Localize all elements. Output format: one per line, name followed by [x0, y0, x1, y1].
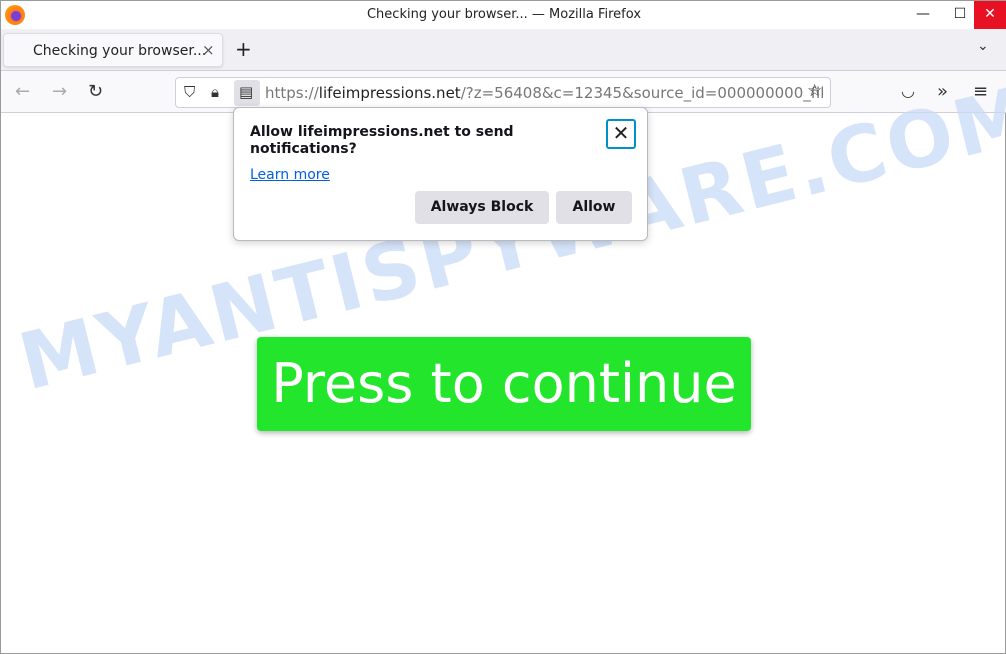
popup-message: Allow lifeimpressions.net to send notifi…: [250, 124, 514, 157]
always-block-button[interactable]: Always Block: [415, 191, 549, 224]
press-to-continue-button[interactable]: Press to continue: [257, 337, 751, 431]
tab-label: Checking your browser...: [33, 43, 207, 59]
url-text[interactable]: https://lifeimpressions.net/?z=56408&c=1…: [265, 84, 824, 102]
shield-icon[interactable]: ⛉: [184, 83, 195, 101]
bookmark-star-icon[interactable]: ☆: [807, 81, 822, 101]
title-bar: Checking your browser... — Mozilla Firef…: [1, 1, 1006, 29]
close-window-button[interactable]: ✕: [974, 1, 1006, 29]
back-button[interactable]: ←: [15, 81, 30, 102]
tab-active[interactable]: Checking your browser... ×: [3, 33, 223, 67]
forward-button[interactable]: →: [52, 81, 67, 102]
url-bar[interactable]: ⛉ 🔒︎ ▤ https://lifeimpressions.net/?z=56…: [175, 77, 831, 108]
popup-close-button[interactable]: ✕: [606, 119, 636, 149]
tab-close-icon[interactable]: ×: [202, 41, 215, 59]
tab-strip: Checking your browser... × + ⌄: [1, 29, 1006, 71]
url-path: /?z=56408&c=12345&source_id=000000000_fi…: [460, 84, 825, 102]
window-title: Checking your browser... — Mozilla Firef…: [366, 7, 642, 22]
new-tab-button[interactable]: +: [235, 37, 252, 61]
url-scheme: https://: [265, 84, 319, 102]
reload-button[interactable]: ↻: [88, 81, 103, 102]
minimize-button[interactable]: —: [906, 1, 940, 29]
maximize-button[interactable]: ☐: [943, 1, 977, 29]
list-all-tabs-button[interactable]: ⌄: [977, 38, 989, 54]
learn-more-link[interactable]: Learn more: [250, 167, 330, 183]
chat-bubble-icon: ▤: [239, 83, 254, 101]
lock-icon[interactable]: 🔒︎: [211, 83, 219, 101]
notification-permission-button[interactable]: ▤: [234, 80, 260, 106]
allow-button[interactable]: Allow: [556, 191, 632, 224]
url-host: lifeimpressions.net: [318, 84, 461, 102]
notification-permission-popup: Allow lifeimpressions.net to send notifi…: [233, 107, 648, 241]
